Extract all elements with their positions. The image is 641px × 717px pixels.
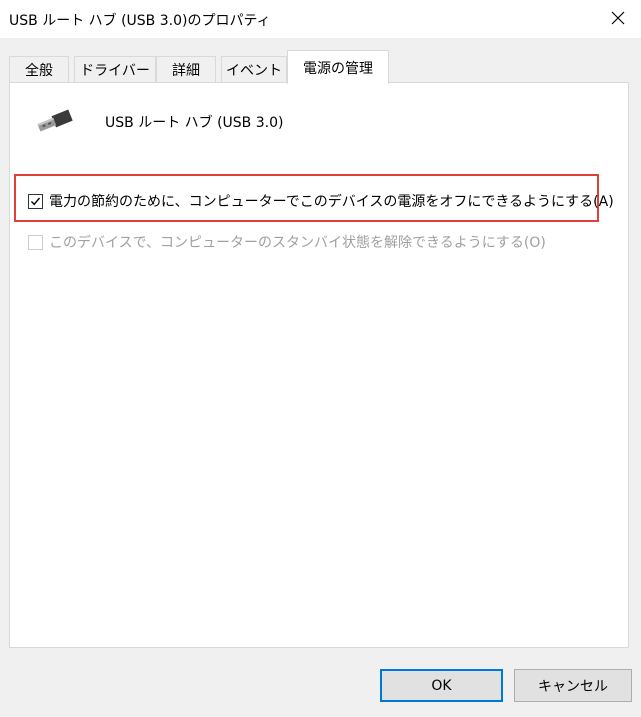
allow-wake-checkbox bbox=[28, 234, 43, 250]
ok-button[interactable]: OK bbox=[380, 669, 503, 702]
allow-turn-off-row[interactable]: 電力の節約のために、コンピューターでこのデバイスの電源をオフにできるようにする(… bbox=[28, 191, 614, 211]
device-name: USB ルート ハブ (USB 3.0) bbox=[105, 115, 284, 131]
power-management-panel: USB ルート ハブ (USB 3.0) 電力の節約のために、コンピューターでこ… bbox=[9, 82, 629, 648]
tab-details[interactable]: 詳細 bbox=[156, 56, 216, 83]
properties-dialog: USB ルート ハブ (USB 3.0)のプロパティ 全般 ドライバー 詳細 イ… bbox=[0, 0, 641, 717]
title-bar: USB ルート ハブ (USB 3.0)のプロパティ bbox=[0, 0, 641, 38]
window-title: USB ルート ハブ (USB 3.0)のプロパティ bbox=[9, 13, 271, 29]
tab-driver[interactable]: ドライバー bbox=[74, 56, 156, 83]
tab-strip: 全般 ドライバー 詳細 イベント 電源の管理 bbox=[9, 50, 629, 84]
close-icon bbox=[611, 11, 625, 25]
tab-general[interactable]: 全般 bbox=[9, 56, 69, 83]
tab-power-management[interactable]: 電源の管理 bbox=[287, 50, 389, 84]
cancel-button[interactable]: キャンセル bbox=[514, 669, 632, 702]
close-button[interactable] bbox=[595, 0, 641, 36]
allow-wake-label: このデバイスで、コンピューターのスタンバイ状態を解除できるようにする(O) bbox=[49, 235, 546, 251]
allow-turn-off-label: 電力の節約のために、コンピューターでこのデバイスの電源をオフにできるようにする(… bbox=[49, 194, 614, 210]
allow-wake-row: このデバイスで、コンピューターのスタンバイ状態を解除できるようにする(O) bbox=[28, 232, 546, 252]
allow-turn-off-checkbox[interactable] bbox=[28, 193, 43, 209]
usb-plug-icon bbox=[32, 105, 80, 143]
tab-events[interactable]: イベント bbox=[221, 56, 287, 83]
checkmark-icon bbox=[30, 197, 41, 205]
